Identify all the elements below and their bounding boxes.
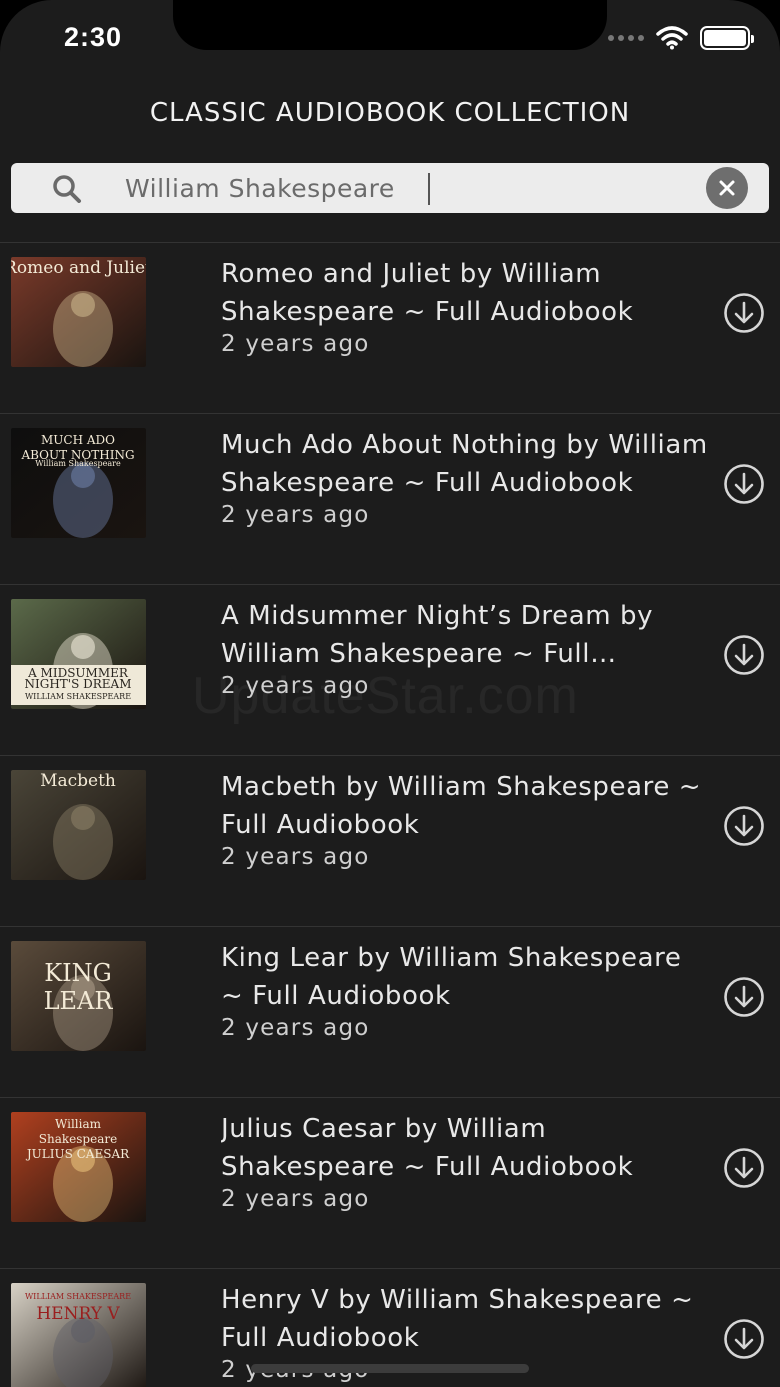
download-icon (724, 1319, 764, 1359)
download-button[interactable] (722, 975, 766, 1019)
book-cover-image: Macbeth (11, 770, 146, 880)
svg-text:Macbeth: Macbeth (40, 771, 116, 791)
download-icon (724, 635, 764, 675)
page-title: CLASSIC AUDIOBOOK COLLECTION (149, 98, 631, 128)
book-title: King Lear by William Shakespeare ~ Full … (221, 943, 682, 1011)
download-icon (724, 977, 764, 1017)
svg-text:HENRY V: HENRY V (36, 1304, 120, 1324)
text-caret (428, 173, 430, 205)
download-button[interactable] (722, 804, 766, 848)
wifi-icon (656, 26, 688, 50)
book-title: A Midsummer Night’s Dream by William Sha… (221, 601, 654, 669)
search-input[interactable] (115, 167, 675, 209)
book-cover-image: William Shakespeare JULIUS CAESAR (11, 1112, 146, 1222)
svg-text:William: William (55, 1117, 102, 1131)
svg-text:WILLIAM SHAKESPEARE: WILLIAM SHAKESPEARE (25, 692, 131, 701)
download-button[interactable] (722, 462, 766, 506)
audiobook-list: Romeo and Juliet Romeo and Juliet by Will… (0, 242, 780, 1387)
home-indicator[interactable] (251, 1364, 529, 1373)
book-upload-age: 2 years ago (221, 844, 370, 870)
download-icon (724, 293, 764, 333)
search-bar[interactable] (11, 163, 769, 213)
device-notch (173, 0, 607, 50)
download-icon (724, 464, 764, 504)
svg-text:William Shakespeare: William Shakespeare (35, 459, 121, 468)
svg-text:NIGHT'S DREAM: NIGHT'S DREAM (25, 677, 132, 691)
download-button[interactable] (722, 1146, 766, 1190)
book-cover-image: Romeo and Juliet (11, 257, 146, 367)
book-title: Much Ado About Nothing by William Shakes… (221, 430, 708, 498)
book-cover-image: WILLIAM SHAKESPEARE HENRY V (11, 1283, 146, 1387)
download-icon (724, 1148, 764, 1188)
status-icons (608, 26, 754, 50)
app-screen: 2:30 CLASSIC AUDIOBOOK COLLECTION Romeo … (0, 0, 780, 1387)
list-item[interactable]: Romeo and Juliet Romeo and Juliet by Will… (0, 242, 780, 413)
download-button[interactable] (722, 633, 766, 677)
list-item[interactable]: William Shakespeare JULIUS CAESAR Julius Ca… (0, 1097, 780, 1268)
svg-text:Romeo and Juliet: Romeo and Juliet (11, 258, 146, 278)
book-cover-image: KING LEAR (11, 941, 146, 1051)
list-item[interactable]: Macbeth Macbeth by William Shakespeare ~ … (0, 755, 780, 926)
search-icon (53, 175, 81, 203)
svg-text:WILLIAM SHAKESPEARE: WILLIAM SHAKESPEARE (25, 1292, 131, 1301)
svg-text:LEAR: LEAR (44, 987, 114, 1015)
download-button[interactable] (722, 1317, 766, 1361)
status-time: 2:30 (64, 22, 123, 52)
svg-text:KING: KING (44, 959, 112, 987)
book-cover-image: MUCH ADO ABOUT NOTHING William Shakespeare (11, 428, 146, 538)
svg-text:JULIUS CAESAR: JULIUS CAESAR (25, 1147, 130, 1161)
close-icon (719, 180, 735, 196)
list-item[interactable]: MUCH ADO ABOUT NOTHING William Shakespeare… (0, 413, 780, 584)
svg-text:Shakespeare: Shakespeare (39, 1132, 117, 1146)
book-title: Julius Caesar by William Shakespeare ~ F… (221, 1114, 634, 1182)
svg-text:MUCH ADO: MUCH ADO (41, 433, 115, 447)
book-upload-age: 2 years ago (221, 1015, 370, 1041)
battery-icon (700, 26, 754, 50)
book-title: Henry V by William Shakespeare ~ Full Au… (221, 1285, 694, 1353)
cellular-signal-icon (608, 35, 644, 41)
clear-search-button[interactable] (706, 167, 748, 209)
watermark: UpdateStar.com (192, 667, 579, 725)
list-item[interactable]: KING LEAR King Lear by William Shakespeare… (0, 926, 780, 1097)
book-title: Macbeth by William Shakespeare ~ Full Au… (221, 772, 702, 840)
download-icon (724, 806, 764, 846)
book-upload-age: 2 years ago (221, 331, 370, 357)
book-cover-image: A MIDSUMMER NIGHT'S DREAM WILLIAM SHAKESPE… (11, 599, 146, 709)
book-upload-age: 2 years ago (221, 502, 370, 528)
book-upload-age: 2 years ago (221, 1186, 370, 1212)
download-button[interactable] (722, 291, 766, 335)
book-title: Romeo and Juliet by William Shakespeare … (221, 259, 634, 327)
